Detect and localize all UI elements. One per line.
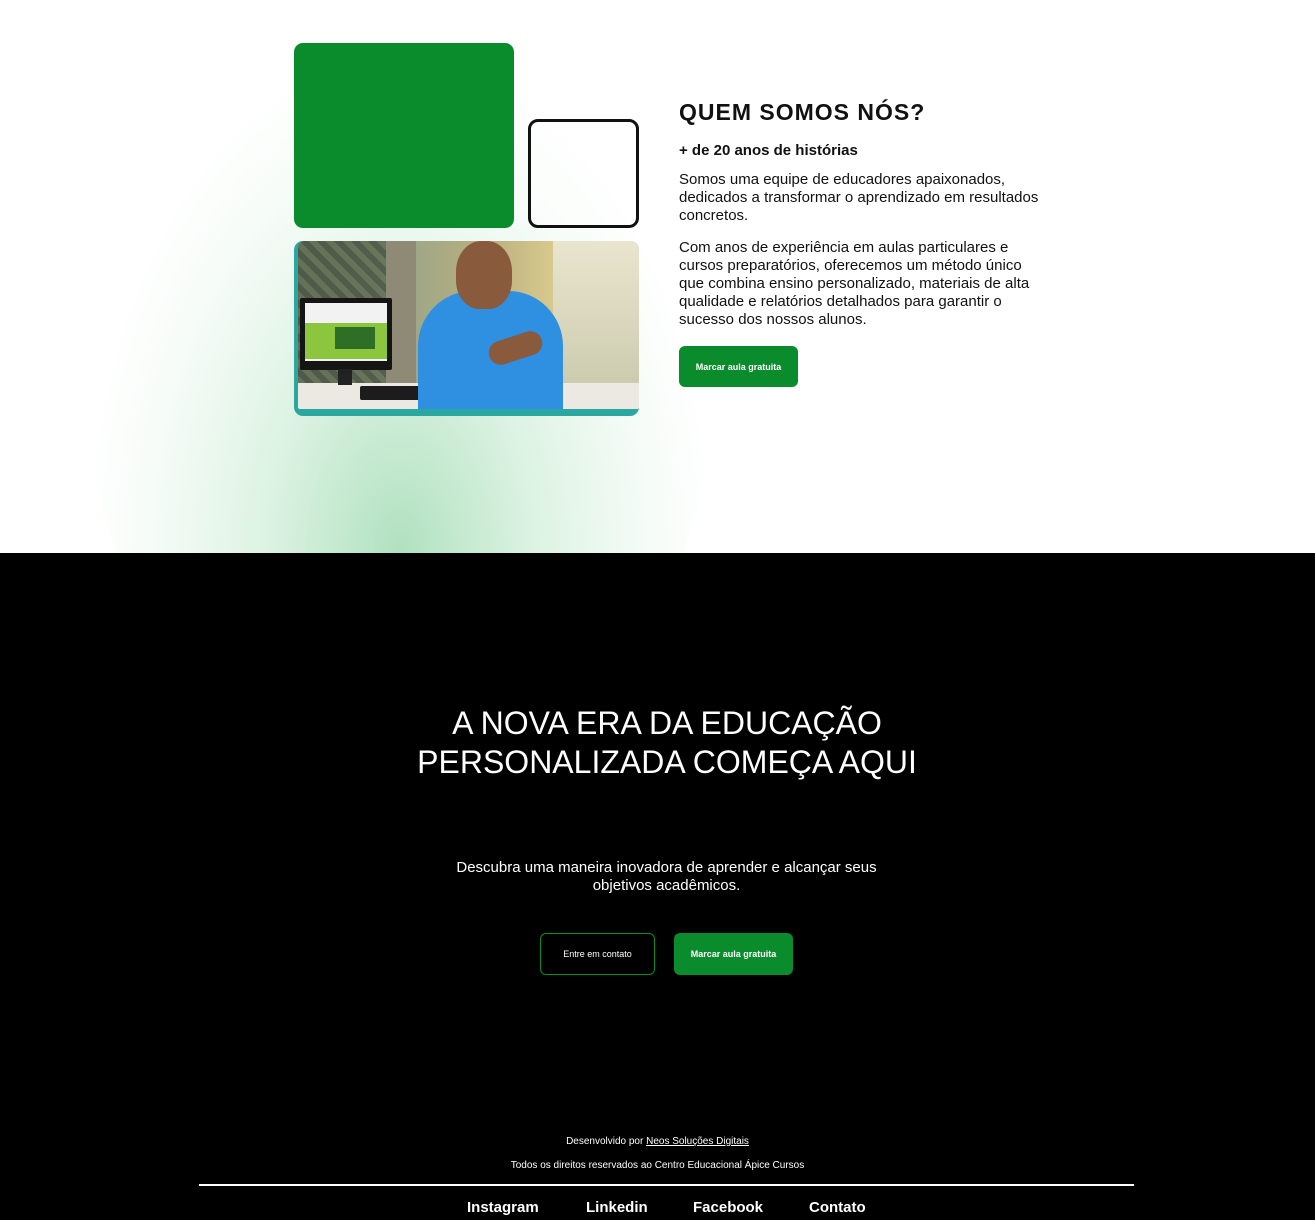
decorative-green-block bbox=[294, 43, 514, 228]
footer-rights: Todos os direitos reservados ao Centro E… bbox=[510, 1160, 805, 1171]
team-photo-frame bbox=[294, 241, 639, 416]
footer-nav: Instagram Linkedin Facebook Contato bbox=[0, 1199, 1315, 1219]
footer-developer-credit: Desenvolvido por Neos Soluções Digitais bbox=[0, 1136, 1315, 1148]
footer-link-facebook[interactable]: Facebook bbox=[693, 1199, 763, 1217]
footer-link-instagram[interactable]: Instagram bbox=[467, 1199, 539, 1217]
cta-free-class-button[interactable]: Marcar aula gratuita bbox=[674, 933, 793, 975]
about-text-block: QUEM SOMOS NÓS? + de 20 anos de história… bbox=[679, 98, 1049, 329]
footer-divider bbox=[199, 1184, 1134, 1186]
about-title: QUEM SOMOS NÓS? bbox=[679, 99, 926, 125]
about-free-class-button[interactable]: Marcar aula gratuita bbox=[679, 346, 798, 387]
contact-button[interactable]: Entre em contato bbox=[540, 933, 655, 975]
about-section: QUEM SOMOS NÓS? + de 20 anos de história… bbox=[0, 0, 1315, 553]
monitor bbox=[300, 298, 392, 370]
footer-link-linkedin[interactable]: Linkedin bbox=[586, 1199, 648, 1217]
about-paragraph-1: Somos uma equipe de educadores apaixonad… bbox=[679, 171, 1039, 224]
about-paragraph-2: Com anos de experiência em aulas particu… bbox=[679, 239, 1030, 328]
cta-section: A NOVA ERA DA EDUCAÇÃO PERSONALIZADA COM… bbox=[0, 553, 1315, 1220]
cta-title: A NOVA ERA DA EDUCAÇÃO PERSONALIZADA COM… bbox=[417, 705, 917, 780]
team-photo bbox=[298, 241, 639, 409]
decorative-outline-block bbox=[528, 119, 639, 228]
cta-subtitle: Descubra uma maneira inovadora de aprend… bbox=[456, 859, 877, 894]
developer-link[interactable]: Neos Soluções Digitais bbox=[646, 1136, 749, 1147]
footer-link-contato[interactable]: Contato bbox=[809, 1199, 866, 1217]
about-subtitle: + de 20 anos de histórias bbox=[679, 142, 858, 159]
footer-dev-prefix: Desenvolvido por bbox=[566, 1136, 644, 1147]
